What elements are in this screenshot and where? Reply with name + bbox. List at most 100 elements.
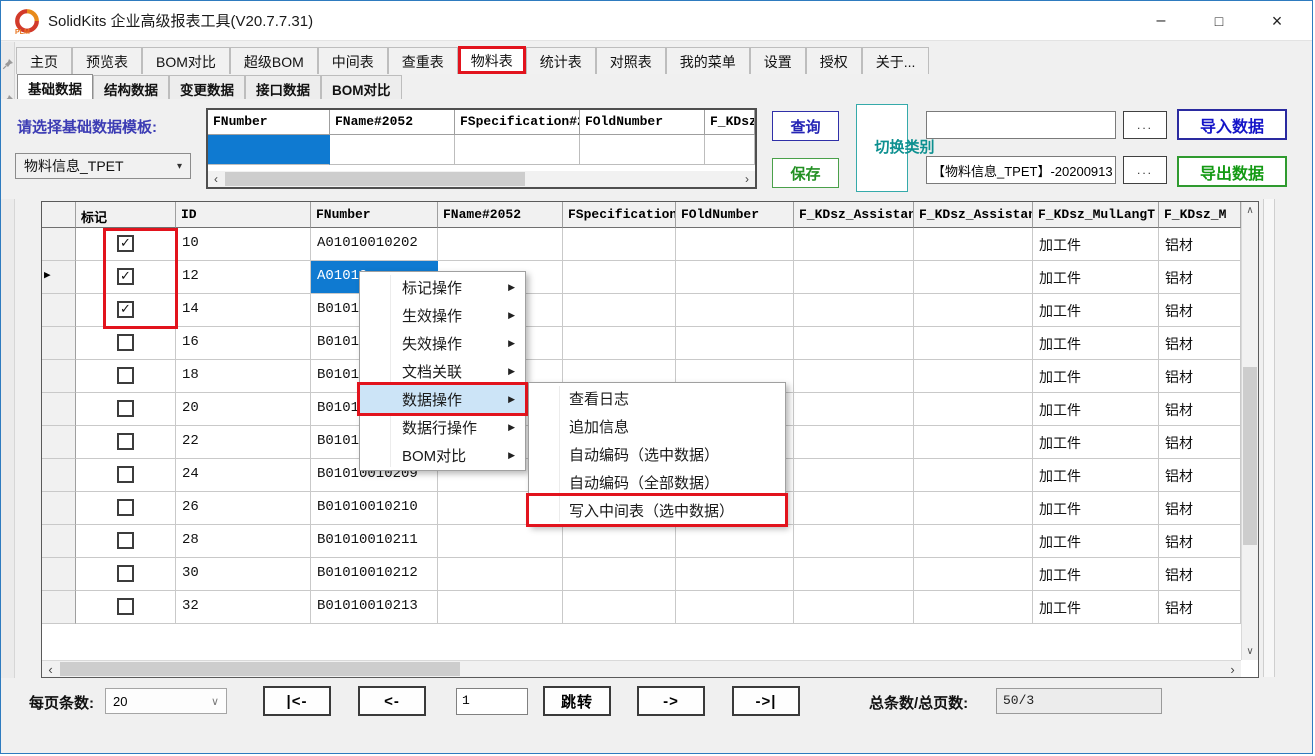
page-size-dropdown[interactable]: 20 ∨ <box>105 688 227 714</box>
import-browse-button[interactable]: ... <box>1123 111 1167 139</box>
scroll-right-icon[interactable]: › <box>1224 661 1241 677</box>
row-checkbox[interactable] <box>117 400 134 417</box>
import-data-button[interactable]: 导入数据 <box>1177 109 1287 140</box>
col-fname[interactable]: FName#2052 <box>438 202 563 228</box>
save-button[interactable]: 保存 <box>772 158 839 188</box>
row-checkbox[interactable]: ✓ <box>117 268 134 285</box>
menu-item-doc-link[interactable]: 文档关联▶ <box>360 357 525 385</box>
row-checkbox[interactable] <box>117 466 134 483</box>
scrollbar-thumb[interactable] <box>225 172 525 186</box>
mini-col-fnumber[interactable]: FNumber <box>208 110 330 135</box>
col-fspecification[interactable]: FSpecification#2 <box>563 202 676 228</box>
row-checkbox[interactable] <box>117 598 134 615</box>
table-row-selected[interactable]: ▶✓12A01010加工件铝材 <box>42 261 1241 294</box>
tab-bom-compare[interactable]: BOM对比 <box>142 47 230 74</box>
scroll-up-icon[interactable]: ∧ <box>1242 202 1258 219</box>
submenu-item-autocode-all[interactable]: 自动编码（全部数据） <box>529 468 785 496</box>
tab-my-menu[interactable]: 我的菜单 <box>666 47 750 74</box>
row-checkbox[interactable] <box>117 499 134 516</box>
menu-item-mark-ops[interactable]: 标记操作▶ <box>360 273 525 301</box>
tab-comparison[interactable]: 对照表 <box>596 47 666 74</box>
subtab-basic-data[interactable]: 基础数据 <box>17 74 93 99</box>
close-button[interactable]: × <box>1255 1 1299 41</box>
prev-page-button[interactable]: <- <box>358 686 426 716</box>
menu-item-bom-compare[interactable]: BOM对比▶ <box>360 441 525 469</box>
tab-super-bom[interactable]: 超级BOM <box>230 47 318 74</box>
minimize-button[interactable]: – <box>1139 1 1183 41</box>
subtab-structure-data[interactable]: 结构数据 <box>93 75 169 99</box>
row-checkbox[interactable] <box>117 433 134 450</box>
first-page-button[interactable]: |<- <box>263 686 331 716</box>
col-fnumber[interactable]: FNumber <box>311 202 438 228</box>
table-row[interactable]: ✓10A01010010202加工件铝材 <box>42 228 1241 261</box>
subtab-bom-compare-data[interactable]: BOM对比 <box>321 75 402 99</box>
mini-col-fspec[interactable]: FSpecification#2 <box>455 110 580 135</box>
row-checkbox[interactable] <box>117 367 134 384</box>
switch-category-button[interactable]: 切换类别 <box>856 104 908 192</box>
table-row[interactable]: 16B01010加工件铝材 <box>42 327 1241 360</box>
menu-item-data-ops[interactable]: 数据操作▶ <box>360 385 525 413</box>
subtab-interface-data[interactable]: 接口数据 <box>245 75 321 99</box>
col-assistant-2[interactable]: F_KDsz_Assistan <box>914 202 1033 228</box>
maximize-button[interactable]: □ <box>1197 1 1241 41</box>
submenu-item-write-middle-table[interactable]: 写入中间表（选中数据） <box>529 496 785 524</box>
import-path-input[interactable] <box>926 111 1116 139</box>
tab-material[interactable]: 物料表 <box>458 46 526 74</box>
vertical-scrollbar[interactable]: ∧ ∨ <box>1241 202 1258 660</box>
pin-icon[interactable] <box>2 58 14 70</box>
export-path-input[interactable]: 【物料信息_TPET】-20200913 <box>926 156 1116 184</box>
mini-selected-cell[interactable] <box>208 135 330 165</box>
mini-col-fname[interactable]: FName#2052 <box>330 110 455 135</box>
scroll-left-icon[interactable]: ‹ <box>208 171 224 187</box>
scrollbar-thumb[interactable] <box>60 662 460 676</box>
table-row[interactable]: 28B01010010211加工件铝材 <box>42 525 1241 558</box>
subtab-change-data[interactable]: 变更数据 <box>169 75 245 99</box>
scrollbar-thumb[interactable] <box>1243 367 1257 545</box>
tab-about[interactable]: 关于... <box>862 47 930 74</box>
jump-button[interactable]: 跳转 <box>543 686 611 716</box>
export-data-button[interactable]: 导出数据 <box>1177 156 1287 187</box>
tab-authorization[interactable]: 授权 <box>806 47 862 74</box>
tab-statistics[interactable]: 统计表 <box>526 47 596 74</box>
menu-item-data-row-ops[interactable]: 数据行操作▶ <box>360 413 525 441</box>
tab-preview[interactable]: 预览表 <box>72 47 142 74</box>
row-checkbox[interactable] <box>117 334 134 351</box>
scroll-left-icon[interactable]: ‹ <box>42 661 59 677</box>
submenu-item-append-info[interactable]: 追加信息 <box>529 412 785 440</box>
page-number-input[interactable]: 1 <box>456 688 528 715</box>
tab-home[interactable]: 主页 <box>16 47 72 74</box>
row-checkbox[interactable]: ✓ <box>117 301 134 318</box>
tab-middle-table[interactable]: 中间表 <box>318 47 388 74</box>
mini-horizontal-scrollbar[interactable]: ‹ › <box>208 171 755 187</box>
template-dropdown[interactable]: 物料信息_TPET ▾ <box>15 153 191 179</box>
row-checkbox[interactable]: ✓ <box>117 235 134 252</box>
submenu-item-view-log[interactable]: 查看日志 <box>529 384 785 412</box>
col-assistant-1[interactable]: F_KDsz_Assistan <box>794 202 914 228</box>
tab-settings[interactable]: 设置 <box>750 47 806 74</box>
last-page-button[interactable]: ->| <box>732 686 800 716</box>
menu-item-invalid-ops[interactable]: 失效操作▶ <box>360 329 525 357</box>
row-checkbox[interactable] <box>117 565 134 582</box>
mini-col-foldnumber[interactable]: FOldNumber <box>580 110 705 135</box>
query-button[interactable]: 查询 <box>772 111 839 141</box>
scroll-right-icon[interactable]: › <box>739 171 755 187</box>
export-browse-button[interactable]: ... <box>1123 156 1167 184</box>
mini-col-fkdsz[interactable]: F_KDsz <box>705 110 755 135</box>
col-mullang[interactable]: F_KDsz_MulLangT <box>1033 202 1159 228</box>
mini-filter-row[interactable] <box>208 135 755 165</box>
horizontal-scrollbar[interactable]: ‹ › <box>42 660 1241 677</box>
table-row[interactable]: 32B01010010213加工件铝材 <box>42 591 1241 624</box>
submenu-item-autocode-selected[interactable]: 自动编码（选中数据） <box>529 440 785 468</box>
tab-duplicate-check[interactable]: 查重表 <box>388 47 458 74</box>
table-row[interactable]: ✓14B01010加工件铝材 <box>42 294 1241 327</box>
col-id[interactable]: ID <box>176 202 311 228</box>
col-row-selector[interactable] <box>42 202 76 228</box>
col-kdsz-m[interactable]: F_KDsz_M <box>1159 202 1241 228</box>
table-row[interactable]: 30B01010010212加工件铝材 <box>42 558 1241 591</box>
col-mark[interactable]: 标记 <box>76 202 176 228</box>
scroll-down-icon[interactable]: ∨ <box>1242 643 1258 660</box>
row-checkbox[interactable] <box>117 532 134 549</box>
col-foldnumber[interactable]: FOldNumber <box>676 202 794 228</box>
next-page-button[interactable]: -> <box>637 686 705 716</box>
menu-item-effective-ops[interactable]: 生效操作▶ <box>360 301 525 329</box>
